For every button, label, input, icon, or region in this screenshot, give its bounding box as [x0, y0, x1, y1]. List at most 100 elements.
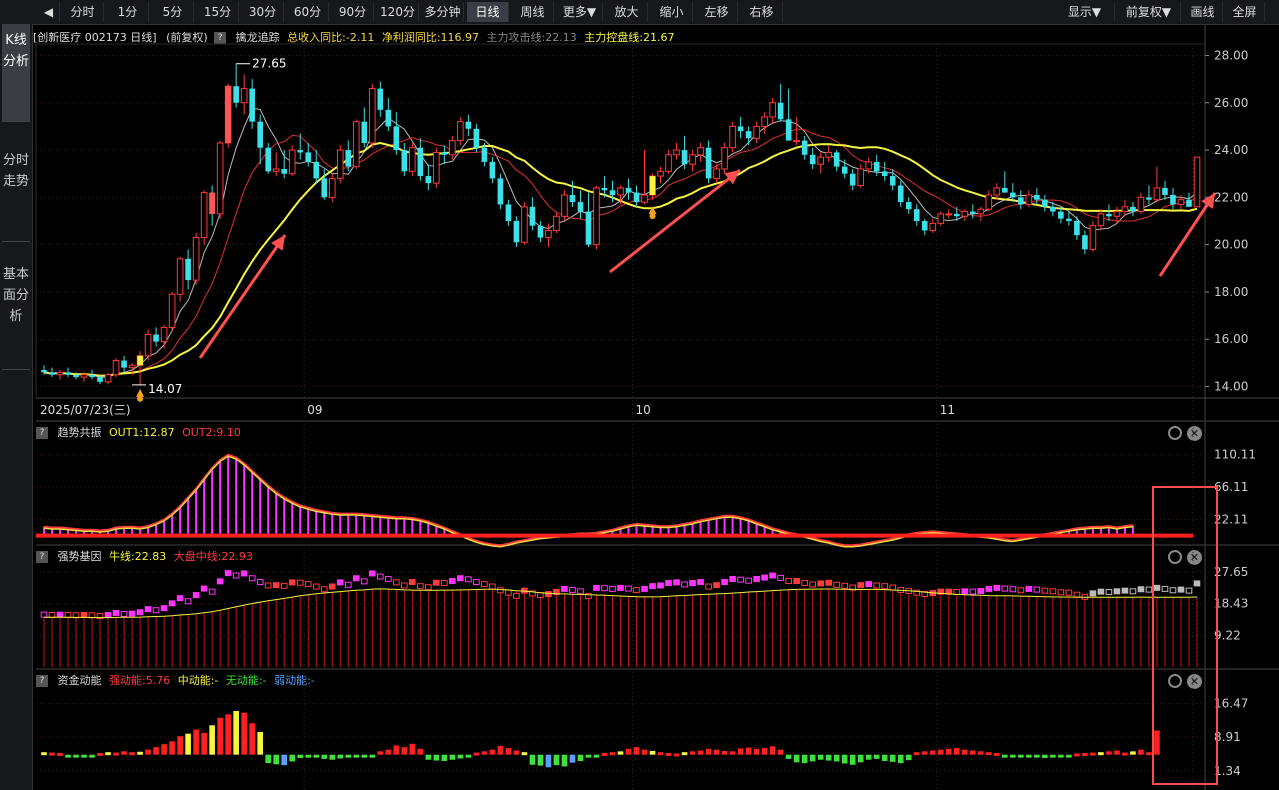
money-bar — [161, 744, 167, 755]
candle-body-down — [97, 377, 103, 382]
money-bar — [609, 752, 616, 756]
money-tick-label: 8.91 — [1214, 730, 1241, 744]
strength-block — [449, 578, 456, 585]
strength-block — [473, 579, 480, 586]
trend-tick-label: 110.11 — [1214, 448, 1256, 462]
candle-body-down — [281, 168, 288, 174]
strength-block — [401, 582, 408, 589]
money-bar — [169, 741, 175, 755]
candle-body-up — [825, 151, 832, 158]
money-bar — [1154, 730, 1160, 755]
chart-canvas[interactable]: 28.00 26.00 24.00 22.00 20.00 18.00 16.00 14.00… — [0, 0, 1279, 790]
strength-block — [857, 582, 865, 589]
money-bar — [577, 754, 584, 761]
money-bar — [1026, 754, 1032, 758]
candle-body-down — [970, 211, 976, 214]
candle-body-down — [1010, 192, 1016, 198]
candle-body-up — [985, 194, 993, 210]
money-bar — [1074, 753, 1080, 757]
trend-tick-label: 22.11 — [1214, 512, 1248, 526]
candle-body-down — [1170, 194, 1176, 205]
strength-block — [1089, 590, 1097, 597]
candle-body-down — [121, 360, 127, 368]
strength-block — [785, 578, 792, 585]
money-bar — [809, 754, 816, 762]
money-bar — [745, 747, 752, 755]
money-bar — [1034, 754, 1040, 758]
strength-block — [1065, 589, 1073, 596]
strength-block — [376, 573, 384, 580]
money-bar — [249, 723, 255, 755]
high-price-label: 27.65 — [252, 57, 286, 71]
candle-body-up — [961, 211, 969, 217]
candle-body-down — [625, 187, 632, 193]
candle-body-down — [265, 147, 271, 172]
money-bar — [137, 751, 143, 755]
money-bar — [881, 754, 888, 761]
strength-block — [240, 570, 248, 577]
candle-body-down — [1058, 211, 1064, 219]
candle-body-down — [873, 161, 880, 172]
strength-block — [1153, 584, 1161, 591]
strength-block — [1009, 586, 1017, 593]
rocket-icon — [136, 388, 145, 397]
strength-block — [681, 581, 688, 588]
money-bar — [537, 754, 544, 766]
candle-body-up — [617, 187, 624, 196]
candle-body-down — [737, 126, 744, 132]
money-bar — [377, 751, 384, 755]
candle-body-down — [881, 171, 888, 177]
money-bar — [1130, 751, 1136, 755]
strength-block — [248, 575, 256, 582]
strength-block — [609, 585, 616, 592]
strength-block — [673, 579, 680, 586]
money-bar — [889, 754, 896, 762]
price-tick-label: 20.00 — [1214, 238, 1248, 252]
money-bar — [994, 753, 1000, 757]
strength-block — [1049, 588, 1057, 595]
candle-body-up — [521, 206, 528, 243]
money-bar — [273, 754, 280, 765]
money-bar — [801, 754, 808, 764]
low-price-label: 14.07 — [148, 382, 182, 396]
candle-body-up — [721, 147, 728, 170]
candle-body-down — [425, 176, 432, 184]
strength-block — [200, 585, 208, 592]
candle-body-down — [321, 178, 328, 198]
money-bar — [121, 751, 127, 755]
strength-block — [1097, 588, 1105, 595]
candle-body-down — [49, 372, 55, 375]
candle-body-down — [889, 176, 896, 186]
money-bar — [49, 752, 55, 756]
money-bar — [1114, 750, 1120, 755]
trend-arrow-3-head — [1201, 193, 1215, 209]
candle-body-up — [793, 140, 800, 143]
candle-body-down — [153, 334, 159, 342]
money-bar — [1066, 754, 1072, 758]
candle-body-up — [104, 374, 112, 383]
strength-block — [417, 583, 424, 590]
candle-body-up — [729, 125, 736, 149]
month-label: 11 — [940, 403, 955, 417]
candle-body-up — [80, 374, 88, 378]
money-bar — [321, 754, 328, 759]
strength-block — [697, 579, 704, 586]
price-tick-label: 16.00 — [1214, 332, 1248, 346]
money-bar — [473, 752, 480, 756]
strength-block — [40, 611, 48, 618]
money-bar — [313, 754, 320, 758]
signal-candle — [137, 355, 143, 366]
money-bar — [337, 754, 344, 759]
strength-block — [985, 585, 993, 592]
money-tick-label: 16.47 — [1214, 697, 1248, 711]
money-bar — [209, 725, 215, 755]
candle-body-down — [385, 109, 392, 127]
strength-block — [993, 584, 1001, 591]
strength-block — [801, 580, 808, 587]
rocket-icon — [137, 395, 144, 402]
candle-body-up — [545, 229, 552, 239]
strength-block — [505, 589, 512, 596]
strength-block — [409, 579, 416, 586]
strength-block — [569, 586, 576, 593]
candle-body-down — [913, 209, 920, 221]
